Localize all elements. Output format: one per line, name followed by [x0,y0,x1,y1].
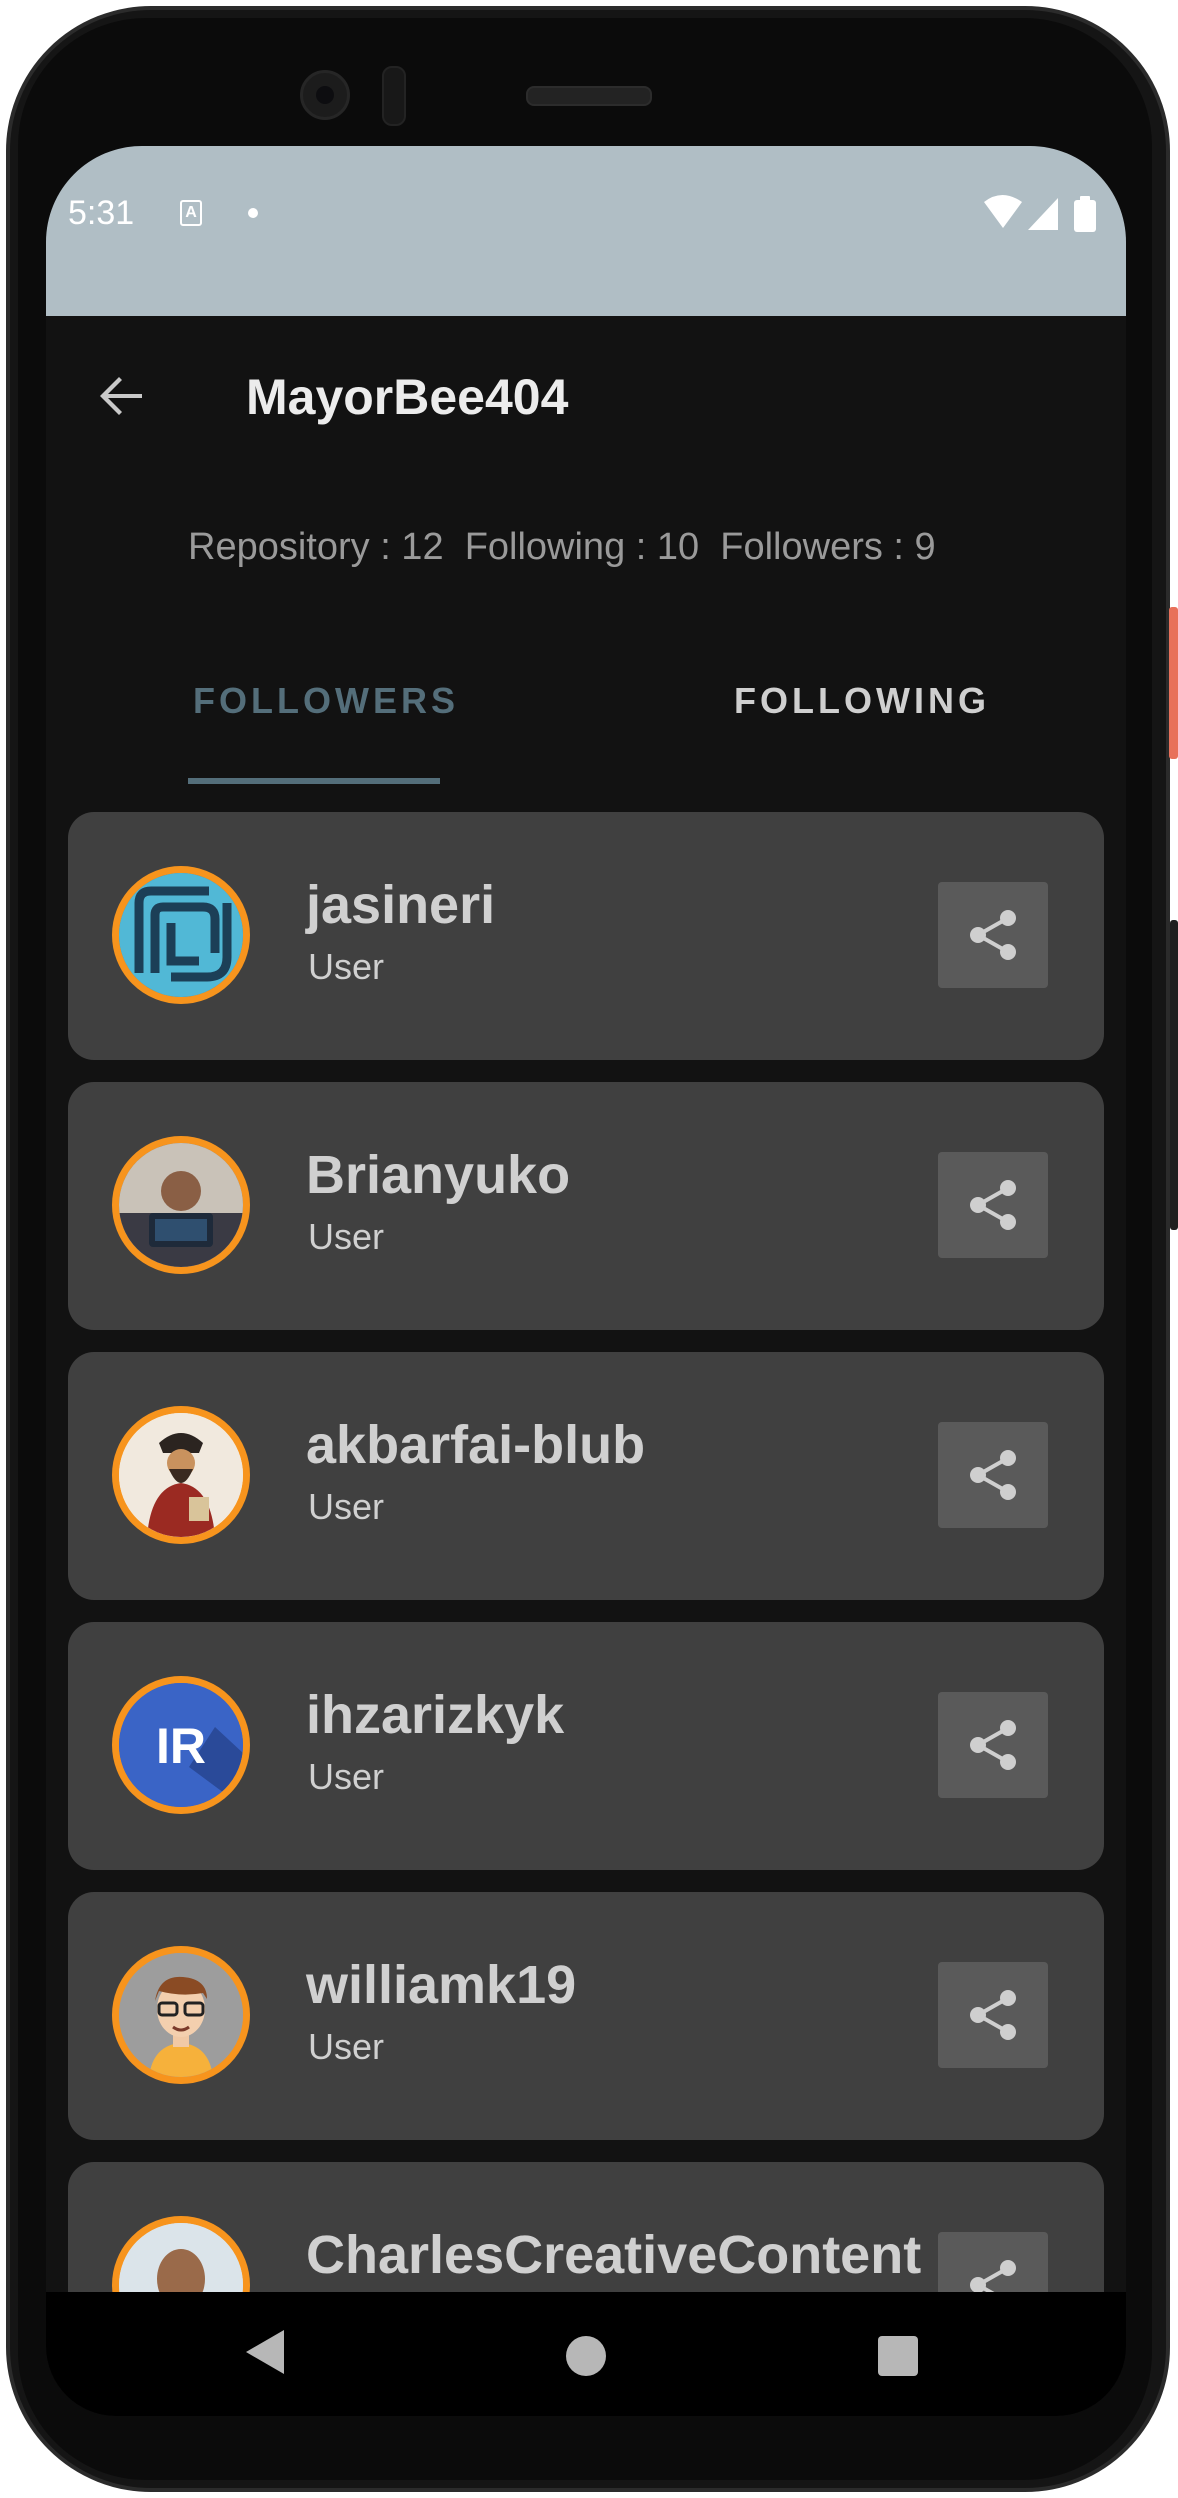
avatar [112,1136,250,1274]
phone-frame: 5:31 A MayorBee404 Repository : 12 Follo… [0,0,1178,2498]
username: jasineri [306,875,496,935]
proximity-sensor [382,66,406,126]
volume-button [1170,920,1178,1230]
nav-home-icon[interactable] [566,2336,606,2376]
share-button[interactable] [938,1692,1048,1798]
share-button[interactable] [938,1422,1048,1528]
username: CharlesCreativeContent [306,2225,922,2285]
signal-icon [1028,198,1058,230]
share-button[interactable] [938,1962,1048,2068]
tab-followers[interactable]: FOLLOWERS [193,680,459,722]
list-item[interactable]: jasineri User [68,812,1104,1060]
username: Brianyuko [306,1145,571,1205]
share-icon [970,1180,1016,1230]
username: ihzarizkyk [306,1685,565,1745]
share-button[interactable] [938,1152,1048,1258]
user-role: User [308,1486,385,1527]
share-icon [970,1720,1016,1770]
list-item[interactable]: williamk19 User [68,1892,1104,2140]
avatar [112,866,250,1004]
list-item[interactable]: IR ihzarizkyk User [68,1622,1104,1870]
user-role: User [308,2026,385,2067]
photo-avatar-icon [119,1143,243,1267]
battery-icon [1074,200,1096,232]
user-role: User [308,1216,385,1257]
notification-dot-icon [248,208,258,218]
nav-recents-icon[interactable] [878,2336,918,2376]
front-camera [300,70,350,120]
avatar [112,1406,250,1544]
avatar: IR [112,1676,250,1814]
share-icon [970,1450,1016,1500]
arrow-back-icon[interactable] [94,368,150,424]
share-icon [970,910,1016,960]
tab-indicator [188,778,440,784]
avatar-initials: IR [156,1718,206,1774]
username: williamk19 [306,1955,577,2015]
system-nav-bar [46,2292,1126,2416]
status-bar: 5:31 A [46,146,1126,316]
initials-avatar-icon: IR [119,1683,243,1807]
logo-avatar-icon [119,873,243,997]
app-bar: MayorBee404 [46,316,1126,476]
wifi-icon [984,195,1022,228]
user-stats: Repository : 12 Following : 10 Followers… [188,526,936,568]
page-title: MayorBee404 [246,369,569,425]
user-role: User [308,1756,385,1797]
status-time: 5:31 [68,194,135,232]
earpiece-speaker [526,86,652,106]
username: akbarfai-blub [306,1415,646,1475]
nav-back-icon[interactable] [246,2330,286,2374]
share-button[interactable] [938,882,1048,988]
painting-avatar-icon [119,1413,243,1537]
notification-icon: A [180,200,202,226]
tab-bar: FOLLOWERS FOLLOWING [46,636,1126,796]
status-icons [984,195,1096,232]
user-role: User [308,946,385,987]
cartoon-avatar-icon [119,1953,243,2077]
share-icon [970,1990,1016,2040]
avatar [112,1946,250,2084]
list-item[interactable]: akbarfai-blub User [68,1352,1104,1600]
power-button [1169,607,1178,759]
list-item[interactable]: Brianyuko User [68,1082,1104,1330]
screen: 5:31 A MayorBee404 Repository : 12 Follo… [46,146,1126,2416]
tab-following[interactable]: FOLLOWING [734,680,990,722]
